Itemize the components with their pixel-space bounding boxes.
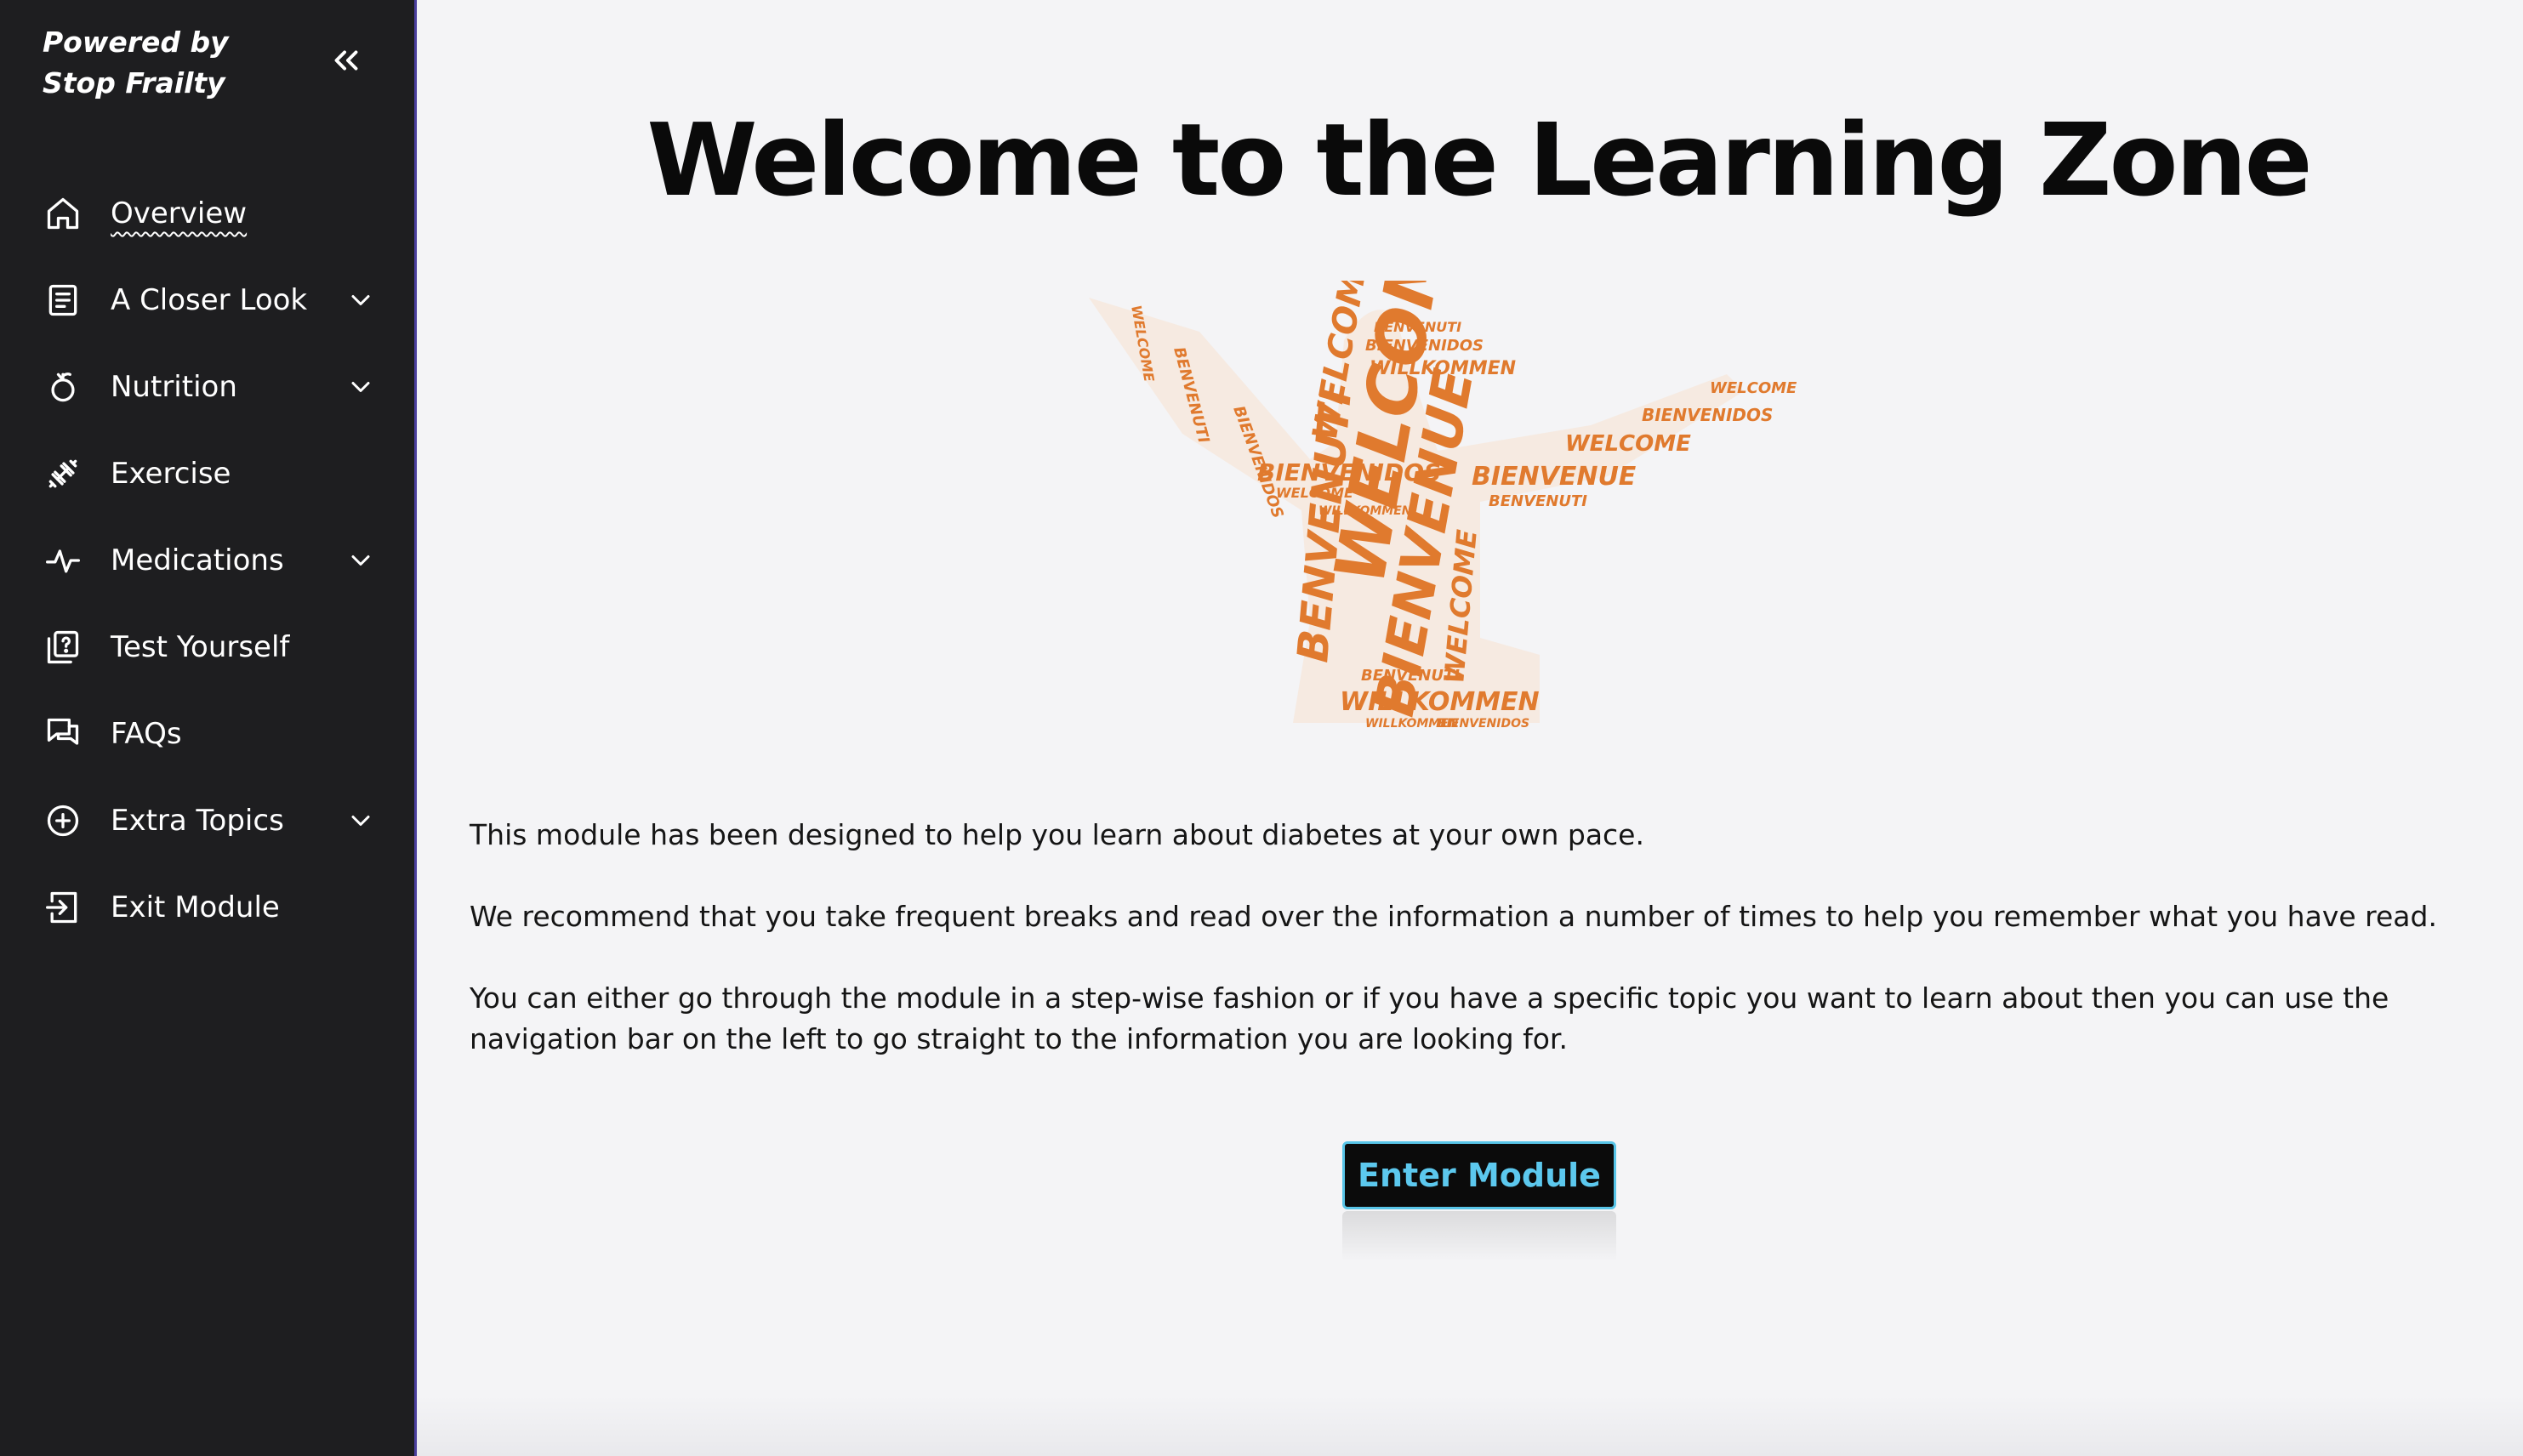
chevron-down-icon[interactable]	[345, 805, 376, 836]
plus-circle-icon	[47, 805, 79, 837]
sidebar-item-exercise[interactable]: Exercise	[0, 430, 414, 517]
sidebar-item-label: Overview	[111, 196, 248, 230]
sidebar: Powered by Stop Frailty Overview A Close…	[0, 0, 417, 1456]
button-reflection	[1342, 1211, 1616, 1262]
word: BIENVENIDOS	[1365, 337, 1484, 355]
sidebar-item-label: Nutrition	[111, 370, 237, 404]
chat-icon	[47, 718, 79, 745]
welcome-word-cloud-image: WELCOME WELCOME BIENVENUE BENVENUTI WILL…	[1089, 281, 1797, 731]
chevron-down-icon[interactable]	[345, 372, 376, 402]
word: BIENVENIDOS	[1642, 405, 1773, 425]
word: BENVENUTI	[1489, 492, 1587, 510]
word: BIENVENIDOS	[1438, 717, 1529, 731]
sidebar-item-test-yourself[interactable]: Test Yourself	[0, 604, 414, 691]
dumbbell-icon	[48, 459, 77, 488]
sidebar-item-overview[interactable]: Overview	[0, 170, 414, 257]
word: WELCOME	[1710, 379, 1797, 397]
intro-paragraph-2: We recommend that you take frequent brea…	[470, 900, 2437, 933]
sidebar-item-nutrition[interactable]: Nutrition	[0, 344, 414, 430]
document-icon	[48, 284, 77, 316]
chevron-down-icon[interactable]	[345, 545, 376, 576]
brand-line-1: Powered by	[43, 26, 229, 59]
word: WILLKOMMEN	[1340, 687, 1540, 717]
main-content: Welcome to the Learning Zone WELCOME WEL…	[417, 0, 2523, 1456]
word: WELCOME	[1565, 431, 1691, 457]
sidebar-item-medications[interactable]: Medications	[0, 517, 414, 604]
sidebar-item-label: Medications	[111, 543, 284, 577]
brand-line-2: Stop Frailty	[43, 66, 225, 100]
word: BIENVENUE	[1472, 462, 1637, 492]
word: WILLKOMMEN	[1318, 504, 1412, 518]
sidebar-nav: Overview A Closer Look Nutrition Exercis…	[0, 170, 414, 951]
home-icon	[47, 197, 79, 230]
word: WILLKOMMEN	[1370, 358, 1516, 379]
sidebar-item-label: FAQs	[111, 717, 182, 751]
word: BENVENUTI	[1374, 319, 1461, 335]
word: BIENVENIDOS	[1257, 458, 1441, 486]
brand: Powered by Stop Frailty	[43, 22, 229, 104]
double-chevron-left-icon	[334, 50, 358, 71]
word: WELCOME	[1276, 485, 1353, 501]
sidebar-item-exit-module[interactable]: Exit Module	[0, 864, 414, 951]
sidebar-item-label: Extra Topics	[111, 804, 284, 838]
collapse-sidebar-button[interactable]	[327, 41, 366, 80]
word: BENVENUTI	[1361, 667, 1460, 685]
sidebar-item-faqs[interactable]: FAQs	[0, 691, 414, 777]
exit-icon	[46, 891, 77, 924]
sidebar-item-label: Test Yourself	[111, 630, 290, 664]
chevron-down-icon[interactable]	[345, 285, 376, 316]
sidebar-item-extra-topics[interactable]: Extra Topics	[0, 777, 414, 864]
intro-paragraph-1: This module has been designed to help yo…	[470, 818, 1644, 851]
intro-paragraph-3: You can either go through the module in …	[470, 981, 2389, 1055]
bottom-fade	[417, 1395, 2523, 1456]
sidebar-item-label: A Closer Look	[111, 283, 308, 317]
activity-pulse-icon	[46, 549, 80, 573]
sidebar-item-label: Exit Module	[111, 890, 280, 924]
apple-icon	[51, 373, 75, 402]
sidebar-item-a-closer-look[interactable]: A Closer Look	[0, 257, 414, 344]
page-title: Welcome to the Learning Zone	[646, 101, 2312, 219]
enter-module-button[interactable]: Enter Module	[1342, 1141, 1616, 1209]
quiz-icon	[47, 630, 79, 664]
sidebar-item-label: Exercise	[111, 457, 231, 491]
